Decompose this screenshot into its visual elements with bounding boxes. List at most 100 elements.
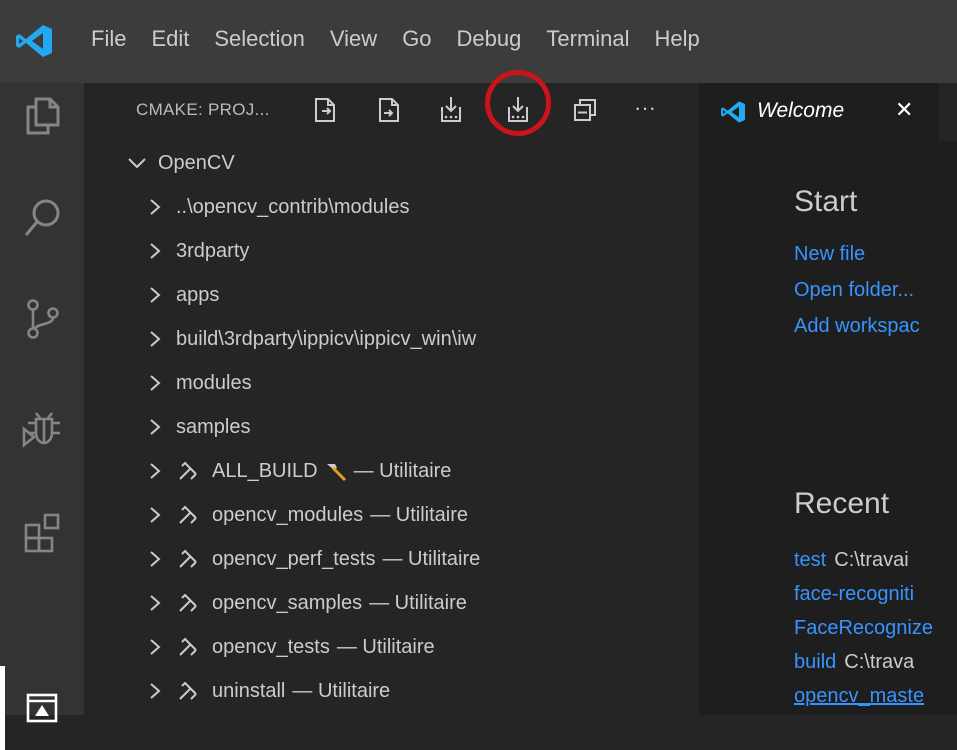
cmake-sidebar: CMAKE: PROJ... ··· OpenCV ..\opencv_cont…	[84, 70, 699, 715]
menu-bar: File Edit Selection View Go Debug Termin…	[91, 26, 725, 52]
tab-welcome[interactable]: Welcome ✕	[699, 83, 939, 141]
tools-icon	[179, 505, 197, 524]
editor-tab-bar: Welcome ✕	[699, 83, 957, 141]
chevron-right-icon	[150, 595, 161, 611]
extensions-icon[interactable]	[20, 511, 64, 555]
recent-item[interactable]: opencv_maste	[794, 685, 924, 708]
menu-debug[interactable]: Debug	[457, 26, 522, 52]
target-suffix: — Utilitaire	[382, 547, 481, 570]
title-bar: File Edit Selection View Go Debug Termin…	[0, 0, 957, 83]
recent-item[interactable]: FaceRecognize	[794, 617, 933, 640]
recent-item[interactable]: build C:\trava	[794, 651, 914, 674]
chevron-right-icon	[150, 463, 161, 479]
target-suffix: — Utilitaire	[370, 503, 469, 526]
menu-go[interactable]: Go	[402, 26, 431, 52]
collapse-all-icon[interactable]	[568, 93, 602, 127]
tree-folder-label: modules	[176, 371, 252, 394]
sidebar-title: CMAKE: PROJ...	[136, 100, 270, 119]
target-name: ALL_BUILD	[212, 459, 318, 482]
tree-folder-label: 3rdparty	[176, 239, 250, 262]
chevron-right-icon	[150, 375, 161, 391]
debug-icon[interactable]	[20, 405, 64, 449]
tree-folder-label: samples	[176, 415, 251, 438]
recent-item-name: face-recogniti	[794, 583, 915, 605]
tree-target-row[interactable]: uninstall — Utilitaire	[142, 671, 390, 711]
target-name: opencv_tests	[212, 635, 330, 658]
chevron-right-icon	[150, 639, 161, 655]
open-folder-link[interactable]: Open folder...	[794, 279, 914, 302]
activity-bar	[0, 83, 84, 750]
welcome-page: Start New file Open folder... Add worksp…	[699, 141, 957, 715]
recent-item-name: FaceRecognize	[794, 617, 933, 639]
tree-target-row[interactable]: opencv_perf_tests — Utilitaire	[142, 539, 480, 579]
recent-item-name: test	[794, 549, 827, 571]
chevron-right-icon	[150, 243, 161, 259]
tree-folder-label: apps	[176, 283, 220, 306]
target-name: uninstall	[212, 679, 286, 702]
tree-folder-label: build\3rdparty\ippicv\ippicv_win\iw	[176, 327, 477, 350]
menu-terminal[interactable]: Terminal	[546, 26, 629, 52]
build-target-icon[interactable]	[434, 93, 468, 127]
tree-folder-row[interactable]: build\3rdparty\ippicv\ippicv_win\iw	[142, 319, 476, 359]
menu-view[interactable]: View	[330, 26, 377, 52]
tree-folder-row[interactable]: ..\opencv_contrib\modules	[142, 187, 409, 227]
chevron-right-icon	[150, 551, 161, 567]
recent-item-path: C:\travai	[834, 549, 909, 571]
more-actions-icon[interactable]: ···	[634, 95, 656, 121]
target-name: opencv_samples	[212, 591, 363, 614]
tree-folder-label: ..\opencv_contrib\modules	[176, 195, 410, 218]
menu-selection[interactable]: Selection	[214, 26, 305, 52]
tree-target-row[interactable]: opencv_tests — Utilitaire	[142, 627, 435, 667]
recent-item[interactable]: test C:\travai	[794, 549, 909, 572]
highlight-circle	[485, 70, 551, 136]
tools-icon	[179, 681, 197, 700]
explorer-icon[interactable]	[20, 93, 64, 137]
menu-file[interactable]: File	[91, 26, 126, 52]
menu-help[interactable]: Help	[655, 26, 700, 52]
configure-icon[interactable]	[308, 93, 342, 127]
target-name: opencv_modules	[212, 503, 364, 526]
close-icon[interactable]: ✕	[895, 97, 913, 123]
target-name: opencv_perf_tests	[212, 547, 376, 570]
target-suffix: — Utilitaire	[292, 679, 391, 702]
build-icon[interactable]	[372, 93, 406, 127]
tools-icon	[179, 637, 197, 656]
tree-target-row[interactable]: opencv_modules — Utilitaire	[142, 495, 468, 535]
chevron-right-icon	[150, 287, 161, 303]
tree-target-row[interactable]: ALL_BUILD — Utilitaire	[142, 451, 451, 491]
vscode-logo-icon	[16, 25, 52, 57]
chevron-down-icon	[128, 158, 146, 169]
tree-root-opencv[interactable]: OpenCV	[124, 143, 235, 183]
tree-folder-row[interactable]: samples	[142, 407, 250, 447]
tab-welcome-label: Welcome	[757, 99, 845, 122]
target-suffix: — Utilitaire	[353, 459, 452, 482]
chevron-right-icon	[150, 199, 161, 215]
tree-target-row[interactable]: opencv_samples — Utilitaire	[142, 583, 467, 623]
target-suffix: — Utilitaire	[336, 635, 435, 658]
sidebar-header: CMAKE: PROJ... ···	[84, 70, 699, 141]
tools-icon	[179, 593, 197, 612]
tree-root-label: OpenCV	[158, 151, 235, 174]
chevron-right-icon	[150, 507, 161, 523]
cmake-icon[interactable]	[20, 687, 64, 731]
vscode-logo-icon	[721, 101, 745, 123]
tools-icon	[179, 461, 197, 480]
tools-icon	[179, 549, 197, 568]
search-icon[interactable]	[20, 195, 64, 239]
recent-item-name: opencv_maste	[794, 685, 925, 707]
tree-folder-row[interactable]: 3rdparty	[142, 231, 249, 271]
target-suffix: — Utilitaire	[369, 591, 467, 614]
recent-item-name: build	[794, 651, 837, 673]
start-heading: Start	[794, 185, 858, 218]
menu-edit[interactable]: Edit	[151, 26, 189, 52]
source-control-icon[interactable]	[20, 297, 64, 341]
new-file-link[interactable]: New file	[794, 243, 865, 266]
tree-folder-row[interactable]: modules	[142, 363, 252, 403]
tree-folder-row[interactable]: apps	[142, 275, 219, 315]
recent-item-path: C:\trava	[844, 651, 915, 673]
chevron-right-icon	[150, 419, 161, 435]
chevron-right-icon	[150, 331, 161, 347]
recent-item[interactable]: face-recogniti	[794, 583, 914, 606]
add-workspace-link[interactable]: Add workspac	[794, 315, 920, 338]
chevron-right-icon	[150, 683, 161, 699]
